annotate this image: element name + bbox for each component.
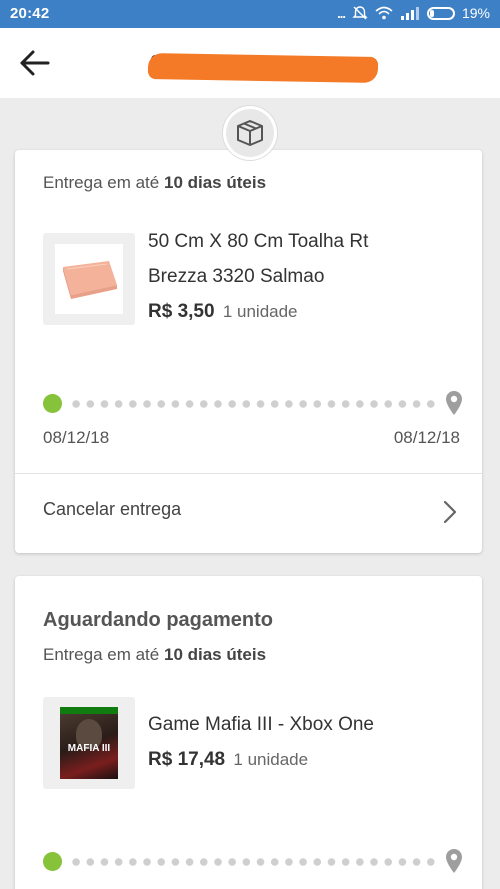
status-time: 20:42 [10, 5, 50, 22]
order-card: Aguardando pagamento Entrega em até 10 d… [15, 576, 482, 889]
signal-icon [400, 7, 419, 20]
location-pin-icon [446, 391, 462, 415]
package-box-icon [237, 120, 263, 146]
progress-dots [69, 858, 437, 866]
chevron-right-icon [443, 500, 457, 524]
towel-image [63, 261, 117, 299]
progress-start-dot [43, 852, 62, 871]
product-price: R$ 3,50 1 unidade [148, 301, 298, 323]
progress-dots [69, 400, 437, 408]
price-amount: R$ 17,48 [148, 749, 226, 770]
battery-icon [426, 6, 455, 20]
delivery-days: 10 dias úteis [163, 645, 267, 664]
quantity-label: 1 unidade [222, 302, 298, 321]
product-name[interactable]: Game Mafia III - Xbox One [148, 707, 374, 742]
delivery-progress [43, 848, 463, 874]
battery-percent: 19% [461, 5, 490, 21]
cancel-delivery-button[interactable]: Cancelar entrega [43, 499, 458, 539]
game-cover-image: MAFIA III [60, 707, 118, 779]
delivery-dates: 08/12/18 08/12/18 [43, 428, 460, 448]
delivery-progress [43, 390, 463, 416]
product-name[interactable]: 50 Cm X 80 Cm Toalha Rt Brezza 3320 Salm… [148, 224, 368, 294]
date-end: 08/12/18 [393, 428, 460, 447]
status-icons: ... 19% [337, 5, 490, 21]
cancel-delivery-label: Cancelar entrega [43, 499, 182, 519]
package-badge [222, 105, 278, 161]
delivery-estimate: Entrega em até 10 dias úteis [43, 645, 266, 665]
quantity-label: 1 unidade [233, 750, 309, 769]
product-name-line: Brezza 3320 Salmao [148, 266, 325, 287]
divider [15, 473, 482, 474]
order-card: Entrega em até 10 dias úteis 50 Cm X 80 … [15, 150, 482, 553]
order-status: Aguardando pagamento [43, 609, 274, 631]
status-bar: 20:42 ... 19% [0, 0, 500, 28]
progress-start-dot [43, 394, 62, 413]
cover-title: MAFIA III [67, 743, 111, 754]
redaction-mark [147, 52, 379, 84]
delivery-estimate: Entrega em até 10 dias úteis [43, 173, 266, 193]
alarm-off-icon [352, 6, 368, 20]
wifi-icon [375, 6, 393, 20]
delivery-days: 10 dias úteis [163, 173, 267, 192]
product-price: R$ 17,48 1 unidade [148, 749, 308, 771]
product-name-line: 50 Cm X 80 Cm Toalha Rt [148, 231, 369, 252]
date-start: 08/12/18 [43, 428, 110, 447]
arrow-left-icon[interactable] [18, 48, 52, 78]
notification-dots: ... [337, 5, 346, 21]
delivery-prefix: Entrega em até [43, 645, 160, 664]
location-pin-icon [446, 849, 462, 873]
product-thumbnail[interactable]: MAFIA III [43, 697, 135, 789]
product-thumbnail[interactable] [43, 233, 135, 325]
delivery-prefix: Entrega em até [43, 173, 160, 192]
price-amount: R$ 3,50 [148, 301, 215, 322]
app-bar: 0 0 [0, 28, 500, 98]
product-name-line: Game Mafia III - Xbox One [148, 714, 374, 735]
